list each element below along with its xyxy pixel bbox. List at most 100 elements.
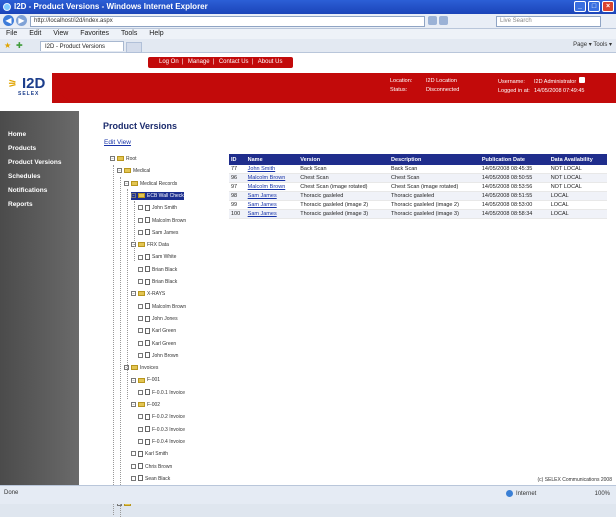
col-name[interactable]: Name [245,154,299,165]
expand-toggle-icon[interactable]: − [131,193,136,199]
expand-toggle-icon[interactable] [138,316,143,322]
expand-toggle-icon[interactable] [138,254,143,260]
search-input[interactable]: Live Search [496,16,601,27]
tree-item[interactable]: F-0.0.4 Invoice [138,438,185,446]
cell-name[interactable]: John Smith [245,165,299,174]
minimize-button[interactable]: _ [574,1,586,12]
tree-item[interactable]: F-0.0.1 Invoice [138,389,185,397]
col-description[interactable]: Description [389,154,480,165]
table-row[interactable]: 96 Malcolm Brown Chest Scan Chest Scan 14/05… [229,173,607,183]
tree-item[interactable]: Karl Green [138,340,176,348]
expand-toggle-icon[interactable] [131,475,136,481]
toolbar-tools[interactable]: Page ▾ Tools ▾ [573,41,612,50]
tree-item[interactable]: Malcolm Brown [138,217,186,225]
tree-item[interactable]: Sean Black [131,475,170,483]
tree-folder[interactable]: − Root [110,155,137,163]
cell-name[interactable]: Sam James [245,209,299,219]
expand-toggle-icon[interactable] [138,217,143,223]
sidebar-item-schedules[interactable]: Schedules [8,170,61,184]
tree-folder[interactable]: − F-002 [131,401,160,409]
tree-folder[interactable]: − Medical [117,167,150,175]
menu-view[interactable]: View [53,30,68,37]
expand-toggle-icon[interactable]: − [124,180,129,186]
zoom-level[interactable]: 100% [595,489,610,499]
tree-item[interactable]: John Brown [138,352,178,360]
sidebar-item-reports[interactable]: Reports [8,198,61,212]
expand-toggle-icon[interactable]: − [131,291,136,297]
table-row[interactable]: 98 Sam James Thoracic gasleled Thoracic gas… [229,191,607,201]
address-input[interactable]: http://localhost/i2d/index.aspx [30,16,425,27]
table-row[interactable]: 97 Malcolm Brown Chest Scan (image rotated… [229,182,607,192]
tree-folder[interactable]: − Invoices [124,364,158,372]
sidebar-item-home[interactable]: Home [8,128,61,142]
tree-item[interactable]: Brian Black [138,266,177,274]
cell-name[interactable]: Malcolm Brown [245,173,299,183]
expand-toggle-icon[interactable] [138,352,143,358]
tree-item[interactable]: Karl Smith [131,450,168,458]
sidebar-item-products[interactable]: Products [8,142,61,156]
tree-item[interactable]: Sam James [138,229,178,237]
tree-item[interactable]: Malcolm Brown [138,303,186,311]
expand-toggle-icon[interactable] [138,266,143,272]
tree-item[interactable]: Karl Green [138,327,176,335]
col-publication-date[interactable]: Publication Date [479,154,549,165]
tab-product-versions[interactable]: I2D - Product Versions [40,41,124,51]
cell-name[interactable]: Sam James [245,200,299,210]
refresh-icon[interactable] [428,16,437,25]
expand-toggle-icon[interactable] [138,205,143,211]
expand-toggle-icon[interactable] [138,439,143,445]
logout-icon[interactable] [579,77,586,83]
back-icon[interactable]: ◀ [3,15,14,26]
contact-link[interactable]: Contact Us [219,59,249,65]
expand-toggle-icon[interactable] [138,414,143,420]
about-link[interactable]: About Us [258,59,283,65]
expand-toggle-icon[interactable]: − [110,156,115,162]
tree-item[interactable]: John Smith [138,204,177,212]
tree-item[interactable]: F-0.0.2 Invoice [138,413,185,421]
new-tab-button[interactable] [126,42,142,53]
expand-toggle-icon[interactable] [138,303,143,309]
tree-folder[interactable]: − F-001 [131,376,160,384]
menu-favorites[interactable]: Favorites [80,30,109,37]
manage-link[interactable]: Manage [188,59,210,65]
tree-item[interactable]: Brian Black [138,278,177,286]
tree-folder[interactable]: − X-RAYS [131,290,165,298]
menu-edit[interactable]: Edit [29,30,41,37]
col-id[interactable]: ID [229,154,246,165]
expand-toggle-icon[interactable]: − [131,377,136,383]
tree-folder[interactable]: − FRX Data [131,241,169,249]
expand-toggle-icon[interactable] [138,340,143,346]
tree-item[interactable]: Sam White [138,253,176,261]
tree-folder[interactable]: − Medical Records [124,180,177,188]
table-row[interactable]: 77 John Smith Back Scan Back Scan 14/05/2008… [229,165,607,174]
tree-item[interactable]: John Jones [138,315,178,323]
col-version[interactable]: Version [298,154,390,165]
menu-help[interactable]: Help [149,30,163,37]
forward-icon[interactable]: ▶ [16,15,27,26]
maximize-button[interactable]: □ [588,1,600,12]
stop-icon[interactable] [439,16,448,25]
expand-toggle-icon[interactable] [138,389,143,395]
expand-toggle-icon[interactable]: − [131,402,136,408]
col-data-availability[interactable]: Data Availability [548,154,607,165]
sidebar-item-notifications[interactable]: Notifications [8,184,61,198]
table-row[interactable]: 99 Sam James Thoracic gasleled (image 2) Th… [229,200,607,210]
tree-folder[interactable]: − ECB Wall Check [131,191,184,200]
add-favorites-icon[interactable]: ✚ [16,41,23,50]
tree-item[interactable]: F-0.0.3 Invoice [138,426,185,434]
table-row[interactable]: 100 Sam James Thoracic gasleled (image 3) T… [229,209,607,219]
cell-name[interactable]: Sam James [245,191,299,201]
expand-toggle-icon[interactable] [138,229,143,235]
menu-file[interactable]: File [6,30,17,37]
logon-link[interactable]: Log On [159,59,179,65]
tree-item[interactable]: Chris Brown [131,463,172,471]
sidebar-item-product-versions[interactable]: Product Versions [8,156,61,170]
expand-toggle-icon[interactable] [138,426,143,432]
expand-toggle-icon[interactable] [138,328,143,334]
cell-name[interactable]: Malcolm Brown [245,182,299,192]
expand-toggle-icon[interactable] [138,279,143,285]
menu-tools[interactable]: Tools [121,30,137,37]
expand-toggle-icon[interactable]: − [117,168,122,174]
close-button[interactable]: × [602,1,614,12]
expand-toggle-icon[interactable] [131,451,136,457]
